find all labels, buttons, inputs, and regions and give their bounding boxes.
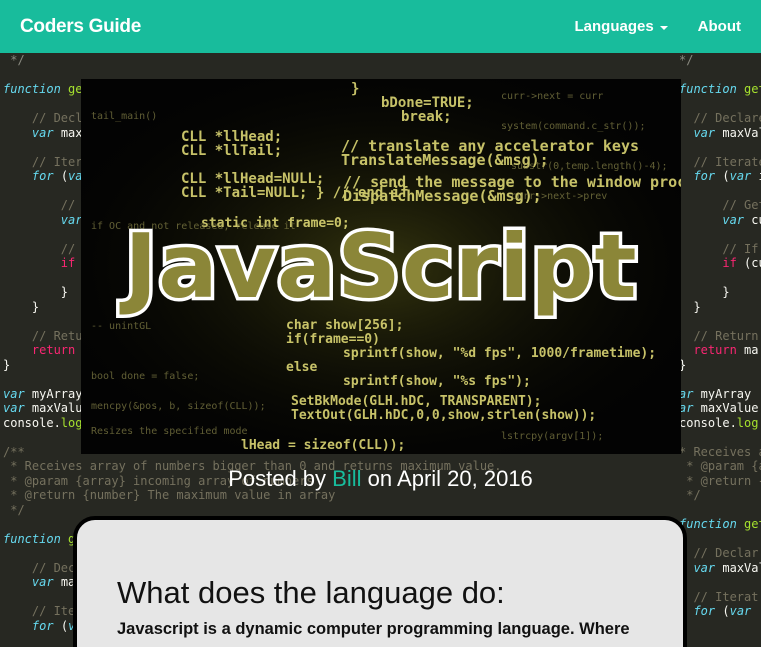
post-date: April 20, 2016 [397,466,533,491]
svg-text:break;: break; [401,109,452,125]
brand-logo[interactable]: Coders Guide [20,16,141,38]
background-code-right: */ function getMaxValue( // Declare var … [679,53,761,618]
svg-text:TextOut(GLH.hDC,0,0,show,strle: TextOut(GLH.hDC,0,0,show,strlen(show)); [291,408,596,423]
svg-text:char show[256];: char show[256]; [286,318,403,333]
svg-text:curr->next = curr: curr->next = curr [501,91,603,102]
author-link[interactable]: Bill [332,466,361,491]
content-card: What does the language do: Javascript is… [73,516,687,647]
svg-text:substr(0,temp.length()-4);: substr(0,temp.length()-4); [511,161,668,172]
svg-text:Resizes the specified mode: Resizes the specified mode [91,426,248,437]
section-text: Javascript is a dynamic computer program… [117,620,630,639]
posted-by-label: Posted by [228,466,327,491]
svg-text:else: else [286,360,317,375]
svg-text:mencpy(&pos, b, sizeof(CLL));: mencpy(&pos, b, sizeof(CLL)); [91,401,266,412]
about-link[interactable]: About [698,18,741,35]
svg-text:sprintf(show, "%s fps");: sprintf(show, "%s fps"); [343,374,531,389]
svg-text:bool done = false;: bool done = false; [91,371,199,382]
svg-text:system(command.c_str());: system(command.c_str()); [501,121,646,132]
date-prefix: on [367,466,393,491]
svg-text:if(frame==0): if(frame==0) [286,332,380,347]
svg-text:}: } [351,81,359,97]
svg-text:sprintf(show, "%d fps", 1000/f: sprintf(show, "%d fps", 1000/frametime); [343,346,656,361]
navbar: Coders Guide Languages About [0,0,761,53]
nav-menu: Languages About [574,18,741,35]
svg-text:CLL *llTail;: CLL *llTail; [181,143,282,159]
languages-dropdown[interactable]: Languages [574,18,668,35]
svg-text:curr->next->prev: curr->next->prev [511,191,607,202]
hero-title: JavaScript [119,215,637,318]
post-meta: Posted by Bill on April 20, 2016 [0,466,761,492]
svg-text:tail_main(): tail_main() [91,111,157,122]
hero-image: } bDone=TRUE; break; // translate any ac… [81,79,681,454]
caret-down-icon [659,25,668,30]
svg-text:-- unintGL: -- unintGL [91,321,151,332]
svg-text:lstrcpy(argv[1]);: lstrcpy(argv[1]); [501,431,603,442]
languages-label: Languages [574,18,654,35]
svg-text:SetBkMode(GLH.hDC, TRANSPARENT: SetBkMode(GLH.hDC, TRANSPARENT); [291,394,541,409]
svg-text:lHead = sizeof(CLL));: lHead = sizeof(CLL)); [241,438,405,453]
section-heading: What does the language do: [117,575,505,610]
svg-text:CLL *Tail=NULL; } // end if: CLL *Tail=NULL; } // end if [181,185,409,201]
